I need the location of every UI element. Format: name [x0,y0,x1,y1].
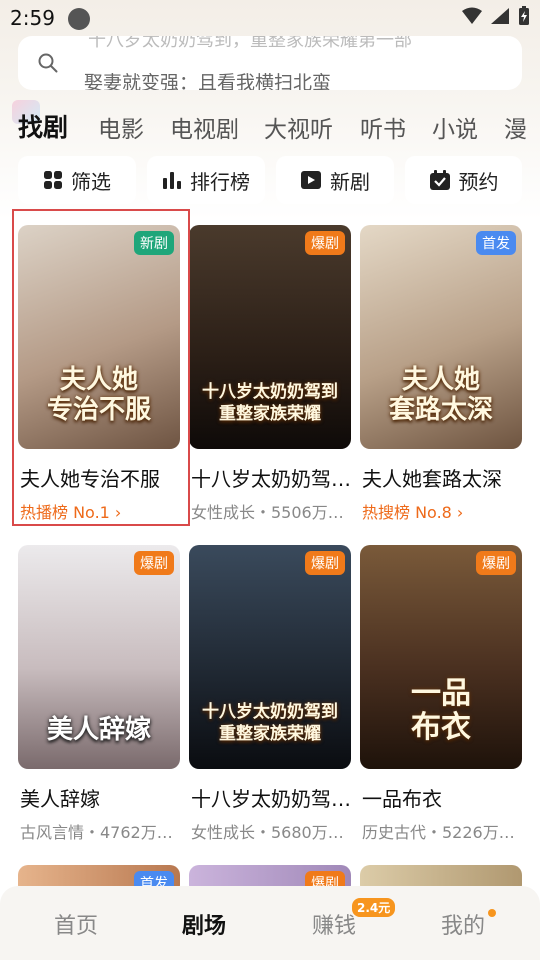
selection-highlight [12,209,190,526]
tab-movie[interactable]: 电影 [98,110,144,144]
category-tabs: 找剧 电影 电视剧 大视听 听书 小说 漫 [0,106,540,150]
hot-drama-badge: 爆剧 [134,551,174,575]
drama-poster[interactable]: 美人辞嫁 爆剧 [18,545,180,769]
filter-label: 筛选 [71,169,111,194]
status-bar: 2:59 [0,0,540,36]
earn-badge: 2.4元 [352,898,396,917]
reservation-button[interactable]: 预约 [405,156,522,204]
tab-audiobook[interactable]: 听书 [360,110,406,144]
drama-ranking-link[interactable]: 热搜榜 No.8 › [362,499,532,523]
bar-chart-icon [163,172,181,189]
search-icon [38,53,58,73]
nav-earn[interactable]: 赚钱 [312,908,356,940]
signal-icon [491,8,509,24]
drama-poster[interactable]: 夫人她 套路太深 首发 [360,225,522,449]
search-placeholder[interactable]: 娶妻就变强：且看我横扫北蛮 [84,68,331,90]
drama-meta: 历史古代・5226万… [362,823,515,842]
search-previous-suggestion: 十八岁太奶奶驾到，重整家族荣耀第一部 [88,36,412,51]
grid-icon [44,171,62,189]
reservation-label: 预约 [458,169,499,194]
ranking-label: 排行榜 [190,169,250,194]
tab-novel[interactable]: 小说 [432,110,478,144]
drama-meta: 古风言情・4762万… [20,823,173,842]
hot-drama-badge: 爆剧 [476,551,516,575]
tab-comic[interactable]: 漫 [504,110,527,144]
drama-title: 一品布衣 [362,787,442,811]
drama-poster[interactable]: 十八岁太奶奶驾到 重整家族荣耀 爆剧 [189,545,351,769]
drama-title: 夫人她套路太深 [362,467,502,491]
drama-title: 美人辞嫁 [20,787,100,811]
search-bar[interactable]: 十八岁太奶奶驾到，重整家族荣耀第一部 娶妻就变强：且看我横扫北蛮 [18,36,522,90]
nav-theater[interactable]: 剧场 [182,908,226,940]
notification-dot [488,909,496,917]
filter-button[interactable]: 筛选 [18,156,136,204]
poster-title: 一品 布衣 [411,676,471,745]
hot-drama-badge: 爆剧 [305,551,345,575]
poster-title: 夫人她 套路太深 [388,365,493,425]
drama-title: 十八岁太奶奶驾… [191,467,351,491]
drama-meta: 女性成长・5680万… [191,823,344,842]
tab-tv-series[interactable]: 电视剧 [170,110,239,144]
poster-title: 十八岁太奶奶驾到 重整家族荣耀 [202,382,338,424]
poster-title: 美人辞嫁 [46,715,151,745]
play-icon [301,171,321,189]
status-icons [462,6,530,26]
status-time: 2:59 [10,6,55,30]
nav-me[interactable]: 我的 [441,908,485,940]
tab-find-drama[interactable]: 找剧 [18,108,68,144]
premiere-badge: 首发 [476,231,516,255]
bottom-nav: 首页 剧场 赚钱 我的 [0,886,540,960]
drama-title: 十八岁太奶奶驾… [191,787,351,811]
notification-icon [68,8,90,30]
hot-drama-badge: 爆剧 [305,231,345,255]
new-drama-label: 新剧 [330,169,370,194]
drama-poster[interactable]: 十八岁太奶奶驾到 重整家族荣耀 爆剧 [189,225,351,449]
battery-icon [519,6,529,25]
calendar-check-icon [429,170,450,190]
drama-poster[interactable]: 一品 布衣 爆剧 [360,545,522,769]
tab-big-audiovisual[interactable]: 大视听 [264,110,333,144]
ranking-button[interactable]: 排行榜 [147,156,265,204]
drama-meta: 女性成长・5506万… [191,503,344,522]
nav-home[interactable]: 首页 [54,908,98,940]
new-drama-button[interactable]: 新剧 [276,156,394,204]
wifi-icon [462,7,482,24]
poster-title: 十八岁太奶奶驾到 重整家族荣耀 [202,702,338,744]
